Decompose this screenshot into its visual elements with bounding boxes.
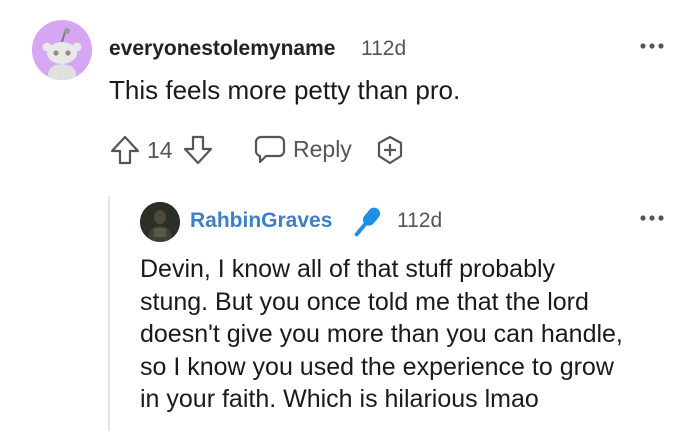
award-plus-icon	[377, 135, 403, 165]
microphone-icon	[349, 203, 385, 241]
reply-timestamp: 112d	[397, 209, 443, 232]
avatar[interactable]	[32, 20, 92, 80]
downvote-icon[interactable]	[182, 134, 214, 166]
reply-body-line: doesn't give you more than you can handl…	[140, 320, 623, 348]
reply-label: Reply	[293, 135, 352, 162]
comment-timestamp: 112d	[361, 37, 407, 60]
thread-line[interactable]	[108, 196, 110, 431]
award-button[interactable]	[374, 134, 406, 166]
reply-body-line: Devin, I know all of that stuff probably	[140, 255, 556, 283]
snoo-avatar-icon	[32, 20, 92, 80]
reply-username[interactable]: RahbinGraves	[190, 209, 332, 233]
reply-avatar[interactable]	[140, 202, 180, 242]
reply-body: Devin, I know all of that stuff probably…	[140, 253, 680, 416]
vote-count: 14	[147, 137, 173, 163]
reply-body-line: stung. But you once told me that the lor…	[140, 287, 589, 316]
reply-body-line: in your faith. Which is hilarious lmao	[140, 385, 539, 413]
upvote-icon[interactable]	[109, 134, 141, 166]
reply-body-line: so I know you used the experience to gro…	[140, 352, 614, 381]
user-photo-avatar-icon	[140, 202, 180, 242]
reply-button[interactable]: Reply	[253, 131, 352, 167]
comment-username[interactable]: everyonestolemyname	[109, 37, 335, 61]
speech-bubble-icon	[254, 135, 286, 164]
more-options-icon[interactable]	[638, 210, 666, 226]
comment-body: This feels more petty than pro.	[109, 75, 461, 105]
more-options-icon[interactable]	[638, 38, 666, 54]
